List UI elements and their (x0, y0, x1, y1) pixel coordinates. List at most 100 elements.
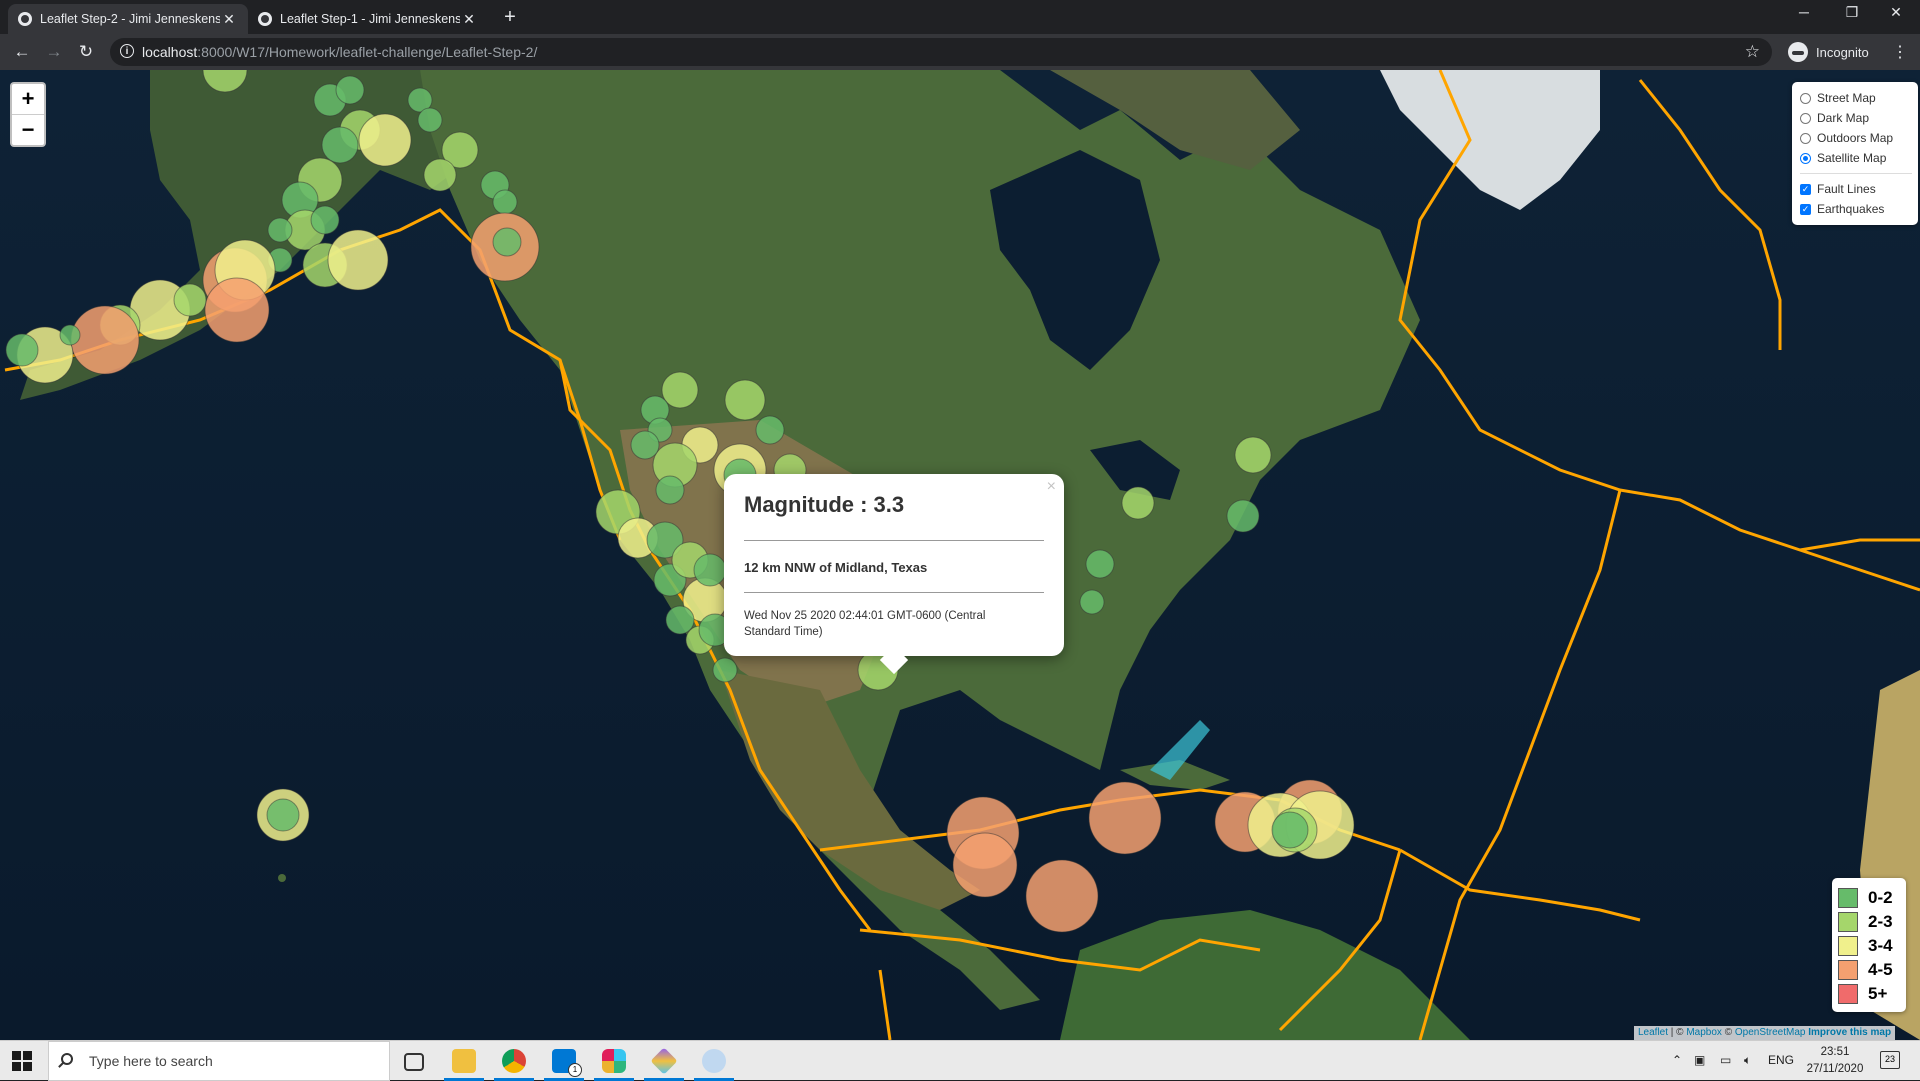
earthquake-marker[interactable] (417, 107, 443, 133)
base-layer-satellite[interactable]: Satellite Map (1800, 148, 1912, 168)
earthquake-marker[interactable] (724, 379, 766, 421)
legend-label: 3-4 (1868, 936, 1893, 955)
earthquake-marker[interactable] (655, 475, 685, 505)
paint-icon[interactable] (702, 1049, 726, 1073)
earthquake-marker[interactable] (1088, 781, 1162, 855)
address-bar[interactable]: i localhost:8000/W17/Homework/leaflet-ch… (110, 38, 1772, 66)
earthquake-marker[interactable] (1085, 549, 1115, 579)
language-indicator[interactable]: ENG (1768, 1053, 1794, 1067)
taskbar-search-box[interactable]: Type here to search (48, 1041, 390, 1081)
legend-row: 2-3 (1838, 910, 1900, 934)
earthquake-marker[interactable] (492, 189, 518, 215)
taskbar-clock[interactable]: 23:51 27/11/2020 (1800, 1044, 1870, 1078)
earthquake-marker[interactable] (1079, 589, 1105, 615)
overlay-earthquakes[interactable]: ✓ Earthquakes (1800, 199, 1912, 219)
earthquake-marker[interactable] (492, 227, 522, 257)
earthquake-marker[interactable] (1234, 436, 1272, 474)
close-window-button[interactable]: ✕ (1876, 4, 1916, 21)
earthquake-marker[interactable] (1271, 811, 1309, 849)
browser-menu-icon[interactable]: ⋮ (1892, 42, 1908, 62)
zoom-out-button[interactable]: − (12, 115, 44, 145)
osm-link[interactable]: OpenStreetMap (1735, 1027, 1806, 1038)
site-info-icon[interactable]: i (120, 44, 134, 58)
new-tab-button[interactable]: + (498, 6, 522, 29)
layer-label: Outdoors Map (1817, 131, 1894, 145)
radio-icon[interactable] (1800, 92, 1811, 104)
minimize-button[interactable]: ─ (1784, 4, 1824, 20)
improve-map-link[interactable]: Improve this map (1808, 1027, 1891, 1038)
checkbox-checked-icon[interactable]: ✓ (1800, 183, 1811, 195)
popup-close-button[interactable]: × (1047, 478, 1056, 496)
hawaii-island (278, 874, 286, 882)
legend-swatch (1838, 912, 1858, 932)
earthquake-marker[interactable] (755, 415, 785, 445)
earthquake-marker[interactable] (1226, 499, 1260, 533)
tab-leaflet-step-2[interactable]: Leaflet Step-2 - Jimi Jenneskens ✕ (8, 4, 248, 34)
windows-taskbar: Type here to search 1 ⌃ ▣ ▭ 🔈︎ ENG 23:51… (0, 1040, 1920, 1081)
url-host: localhost (142, 44, 198, 60)
zoom-in-button[interactable]: + (12, 84, 44, 115)
battery-icon[interactable]: ▭ (1720, 1053, 1731, 1067)
earthquake-marker[interactable] (204, 277, 270, 343)
back-button[interactable]: ← (12, 42, 32, 62)
legend-label: 5+ (1868, 984, 1888, 1003)
radio-selected-icon[interactable] (1800, 152, 1811, 164)
gitkraken-icon[interactable] (650, 1047, 678, 1075)
earthquake-marker[interactable] (266, 798, 300, 832)
earthquake-marker[interactable] (423, 158, 457, 192)
slack-icon[interactable] (602, 1049, 626, 1073)
windows-start-icon[interactable] (12, 1051, 32, 1071)
forward-button[interactable]: → (44, 42, 64, 62)
network-icon[interactable]: ▣ (1694, 1053, 1705, 1067)
incognito-icon (1788, 42, 1808, 62)
incognito-indicator[interactable]: Incognito (1788, 39, 1869, 65)
bookmark-star-icon[interactable]: ☆ (1745, 42, 1760, 62)
close-tab-icon[interactable]: ✕ (460, 11, 478, 28)
legend-row: 3-4 (1838, 934, 1900, 958)
earthquake-marker[interactable] (358, 113, 412, 167)
restore-button[interactable]: ❐ (1832, 4, 1872, 21)
earthquake-marker[interactable] (630, 430, 660, 460)
earthquake-marker[interactable] (59, 324, 81, 346)
earthquake-marker[interactable] (335, 75, 365, 105)
radio-icon[interactable] (1800, 112, 1811, 124)
legend-row: 0-2 (1838, 886, 1900, 910)
tab-leaflet-step-1[interactable]: Leaflet Step-1 - Jimi Jenneskens ✕ (248, 4, 488, 34)
base-layer-outdoors[interactable]: Outdoors Map (1800, 128, 1912, 148)
close-tab-icon[interactable]: ✕ (220, 11, 238, 28)
legend-row: 4-5 (1838, 958, 1900, 982)
earthquake-marker[interactable] (693, 553, 727, 587)
earthquake-marker[interactable] (321, 126, 359, 164)
task-view-icon[interactable] (404, 1053, 424, 1071)
checkbox-checked-icon[interactable]: ✓ (1800, 203, 1811, 215)
notifications-icon[interactable]: 23 (1880, 1051, 1900, 1069)
base-layer-dark[interactable]: Dark Map (1800, 108, 1912, 128)
earthquake-marker[interactable] (1121, 486, 1155, 520)
earthquake-marker[interactable] (952, 832, 1018, 898)
volume-icon[interactable]: 🔈︎ (1744, 1053, 1751, 1068)
earthquake-marker[interactable] (70, 305, 140, 375)
incognito-label: Incognito (1816, 44, 1869, 60)
leaflet-map[interactable]: + − Street Map Dark Map Outdoors Map Sat… (0, 70, 1920, 1040)
mapbox-link[interactable]: Mapbox (1686, 1027, 1722, 1038)
earthquake-marker[interactable] (712, 657, 738, 683)
earthquake-marker[interactable] (173, 283, 207, 317)
earthquake-marker[interactable] (1025, 859, 1099, 933)
file-explorer-icon[interactable] (452, 1049, 476, 1073)
base-layer-street[interactable]: Street Map (1800, 88, 1912, 108)
globe-icon (18, 12, 32, 26)
tab-title: Leaflet Step-2 - Jimi Jenneskens (40, 12, 220, 26)
earthquake-marker[interactable] (327, 229, 389, 291)
earthquake-marker[interactable] (5, 333, 39, 367)
earthquake-marker[interactable] (267, 217, 293, 243)
reload-button[interactable]: ↻ (76, 42, 96, 62)
magnitude-legend: 0-2 2-3 3-4 4-5 5+ (1832, 878, 1906, 1012)
popup-magnitude: Magnitude : 3.3 (744, 492, 905, 517)
earthquake-marker[interactable] (310, 205, 340, 235)
leaflet-link[interactable]: Leaflet (1638, 1027, 1668, 1038)
radio-icon[interactable] (1800, 132, 1811, 144)
show-hidden-icons-icon[interactable]: ⌃ (1672, 1053, 1682, 1067)
chrome-icon[interactable] (502, 1049, 526, 1073)
overlay-fault-lines[interactable]: ✓ Fault Lines (1800, 179, 1912, 199)
attribution-separator: © (1721, 1027, 1735, 1038)
